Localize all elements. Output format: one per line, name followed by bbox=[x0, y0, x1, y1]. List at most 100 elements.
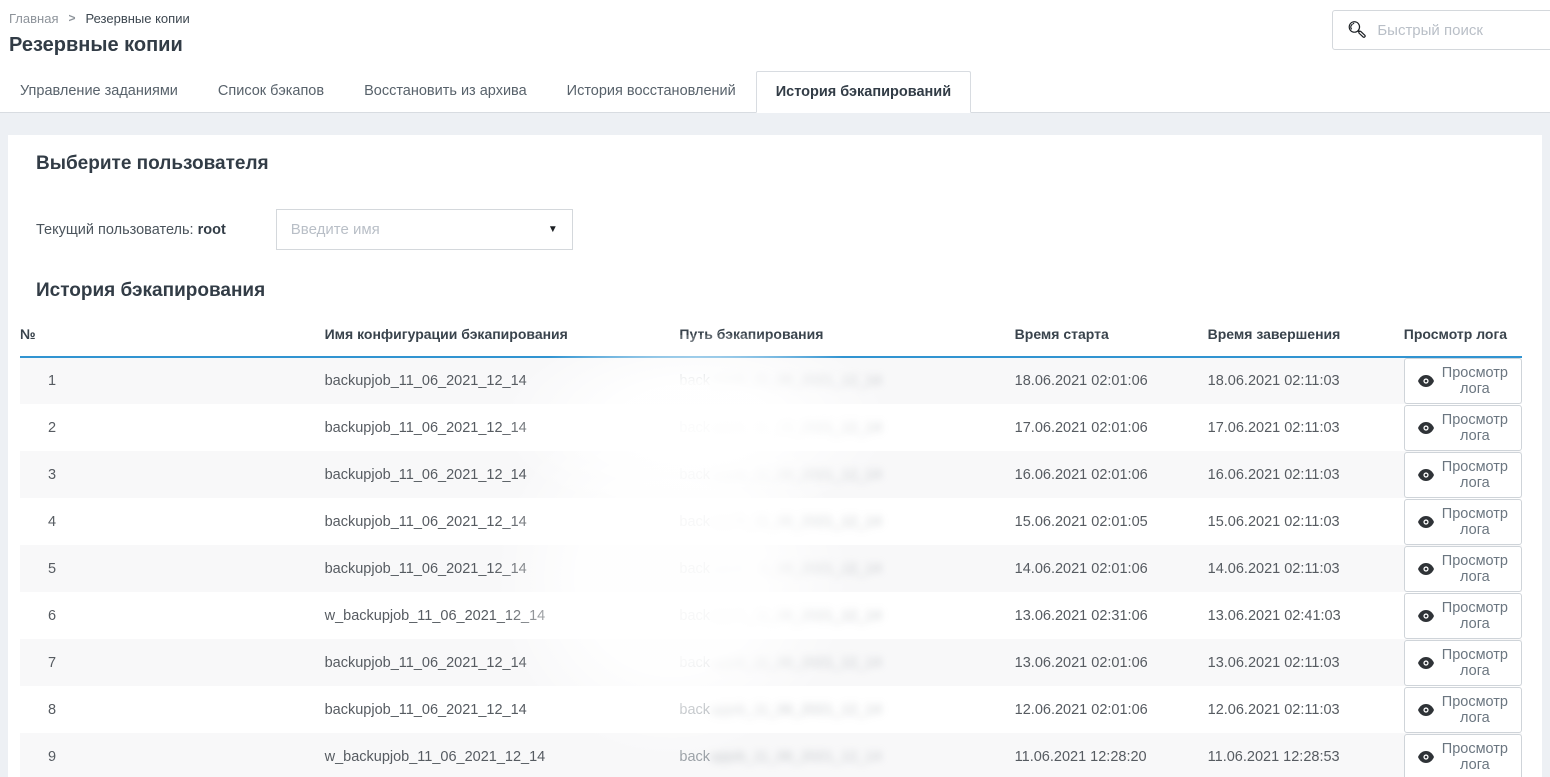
backup-path-visible: back bbox=[679, 702, 710, 718]
end-time: 16.06.2021 02:11:03 bbox=[1208, 451, 1404, 498]
tab[interactable]: Восстановить из архива bbox=[344, 70, 547, 112]
config-name: backupjob_11_06_2021_12_14 bbox=[325, 498, 680, 545]
tab[interactable]: История бэкапирований bbox=[756, 71, 971, 113]
backup-path: backupjob_11_06_2021_12_14 bbox=[679, 451, 1014, 498]
end-time: 17.06.2021 02:11:03 bbox=[1208, 404, 1404, 451]
row-number: 7 bbox=[20, 639, 325, 686]
backup-path: backupjob_11_06_2021_12_14 bbox=[679, 498, 1014, 545]
eye-icon bbox=[1418, 469, 1434, 481]
table-row: 1 backupjob_11_06_2021_12_14 backupjob_1… bbox=[20, 357, 1522, 404]
breadcrumb-separator-icon: > bbox=[68, 11, 75, 25]
search-icon: 🔍︎ bbox=[1347, 20, 1367, 40]
backup-path: backupjob_11_06_2021_12_14 bbox=[679, 686, 1014, 733]
column-header: Путь бэкапирования bbox=[679, 312, 1014, 357]
view-log-label: Просмотр лога bbox=[1442, 506, 1508, 538]
row-number: 5 bbox=[20, 545, 325, 592]
current-user-row: Текущий пользователь: root Введите имя ▼ bbox=[36, 209, 1514, 250]
config-name: backupjob_11_06_2021_12_14 bbox=[325, 545, 680, 592]
backup-path-redacted: upjob_11_06_2021_12_14 bbox=[710, 514, 882, 530]
backup-path-redacted: upjob_11_06_2021_12_14 bbox=[710, 608, 882, 624]
eye-icon bbox=[1418, 375, 1434, 387]
content-area: Выберите пользователя Текущий пользовате… bbox=[0, 113, 1550, 777]
history-heading: История бэкапирования bbox=[36, 280, 1514, 302]
backup-path-visible: back bbox=[679, 514, 710, 530]
eye-icon bbox=[1418, 563, 1434, 575]
select-user-heading: Выберите пользователя bbox=[36, 153, 1514, 175]
row-number: 8 bbox=[20, 686, 325, 733]
row-number: 1 bbox=[20, 357, 325, 404]
tab[interactable]: История восстановлений bbox=[547, 70, 756, 112]
view-log-button[interactable]: Просмотр лога bbox=[1404, 499, 1522, 545]
table-body: 1 backupjob_11_06_2021_12_14 backupjob_1… bbox=[20, 357, 1522, 777]
backup-path: backupjob_11_06_2021_12_14 bbox=[679, 733, 1014, 777]
page-header: Главная > Резервные копии Резервные копи… bbox=[0, 0, 1550, 70]
backup-path-redacted: upjob_11_06_2021_12_14 bbox=[710, 561, 882, 577]
view-log-label: Просмотр лога bbox=[1442, 459, 1508, 491]
quick-search[interactable]: 🔍︎ bbox=[1332, 10, 1550, 50]
config-name: w_backupjob_11_06_2021_12_14 bbox=[325, 592, 680, 639]
tab[interactable]: Список бэкапов bbox=[198, 70, 344, 112]
view-log-label: Просмотр лога bbox=[1442, 647, 1508, 679]
tab-bar: Управление заданиями Список бэкапов Восс… bbox=[0, 70, 1550, 113]
backup-history-table: №Имя конфигурации бэкапированияПуть бэка… bbox=[20, 312, 1522, 777]
backup-path-visible: back bbox=[679, 373, 710, 389]
view-log-button[interactable]: Просмотр лога bbox=[1404, 734, 1522, 777]
view-log-label: Просмотр лога bbox=[1442, 600, 1508, 632]
user-select-placeholder: Введите имя bbox=[291, 221, 548, 238]
current-user-label-text: Текущий пользователь: bbox=[36, 222, 194, 238]
breadcrumb-home-link[interactable]: Главная bbox=[9, 11, 58, 26]
end-time: 18.06.2021 02:11:03 bbox=[1208, 357, 1404, 404]
view-log-button[interactable]: Просмотр лога bbox=[1404, 405, 1522, 451]
table-row: 2 backupjob_11_06_2021_12_14 backupjob_1… bbox=[20, 404, 1522, 451]
view-log-button[interactable]: Просмотр лога bbox=[1404, 593, 1522, 639]
backup-path-visible: back bbox=[679, 420, 710, 436]
table-row: 7 backupjob_11_06_2021_12_14 backupjob_1… bbox=[20, 639, 1522, 686]
log-cell: Просмотр лога bbox=[1404, 451, 1522, 498]
backup-path-redacted: upjob_11_06_2021_12_14 bbox=[710, 420, 882, 436]
start-time: 15.06.2021 02:01:05 bbox=[1015, 498, 1208, 545]
log-cell: Просмотр лога bbox=[1404, 498, 1522, 545]
chevron-down-icon: ▼ bbox=[548, 224, 558, 235]
search-input[interactable] bbox=[1377, 22, 1550, 39]
view-log-label: Просмотр лога bbox=[1442, 741, 1508, 773]
config-name: backupjob_11_06_2021_12_14 bbox=[325, 404, 680, 451]
page-title: Резервные копии bbox=[9, 34, 1550, 57]
tab[interactable]: Управление заданиями bbox=[0, 70, 198, 112]
backup-path-visible: back bbox=[679, 749, 710, 765]
view-log-label: Просмотр лога bbox=[1442, 365, 1508, 397]
start-time: 16.06.2021 02:01:06 bbox=[1015, 451, 1208, 498]
view-log-button[interactable]: Просмотр лога bbox=[1404, 452, 1522, 498]
view-log-button[interactable]: Просмотр лога bbox=[1404, 687, 1522, 733]
eye-icon bbox=[1418, 516, 1434, 528]
end-time: 11.06.2021 12:28:53 bbox=[1208, 733, 1404, 777]
row-number: 3 bbox=[20, 451, 325, 498]
content-panel: Выберите пользователя Текущий пользовате… bbox=[8, 135, 1542, 777]
config-name: backupjob_11_06_2021_12_14 bbox=[325, 357, 680, 404]
column-header: Имя конфигурации бэкапирования bbox=[325, 312, 680, 357]
user-select-dropdown[interactable]: Введите имя ▼ bbox=[276, 209, 573, 250]
backup-path-visible: back bbox=[679, 467, 710, 483]
backup-path: backupjob_11_06_2021_12_14 bbox=[679, 404, 1014, 451]
view-log-button[interactable]: Просмотр лога bbox=[1404, 640, 1522, 686]
table-header: №Имя конфигурации бэкапированияПуть бэка… bbox=[20, 312, 1522, 357]
start-time: 11.06.2021 12:28:20 bbox=[1015, 733, 1208, 777]
end-time: 13.06.2021 02:41:03 bbox=[1208, 592, 1404, 639]
backup-path-redacted: upjob_11_06_2021_12_14 bbox=[710, 467, 882, 483]
config-name: backupjob_11_06_2021_12_14 bbox=[325, 451, 680, 498]
backup-path: backupjob_11_06_2021_12_14 bbox=[679, 639, 1014, 686]
column-header: Время старта bbox=[1015, 312, 1208, 357]
start-time: 13.06.2021 02:31:06 bbox=[1015, 592, 1208, 639]
breadcrumb-current: Резервные копии bbox=[86, 11, 190, 26]
backup-path-redacted: upjob_11_06_2021_12_14 bbox=[710, 702, 882, 718]
current-user-label: Текущий пользователь: root bbox=[36, 222, 226, 238]
log-cell: Просмотр лога bbox=[1404, 686, 1522, 733]
start-time: 12.06.2021 02:01:06 bbox=[1015, 686, 1208, 733]
eye-icon bbox=[1418, 751, 1434, 763]
eye-icon bbox=[1418, 704, 1434, 716]
backup-path: backupjob_11_06_2021_12_14 bbox=[679, 357, 1014, 404]
view-log-button[interactable]: Просмотр лога bbox=[1404, 358, 1522, 404]
end-time: 15.06.2021 02:11:03 bbox=[1208, 498, 1404, 545]
column-header: Время завершения bbox=[1208, 312, 1404, 357]
log-cell: Просмотр лога bbox=[1404, 545, 1522, 592]
view-log-button[interactable]: Просмотр лога bbox=[1404, 546, 1522, 592]
